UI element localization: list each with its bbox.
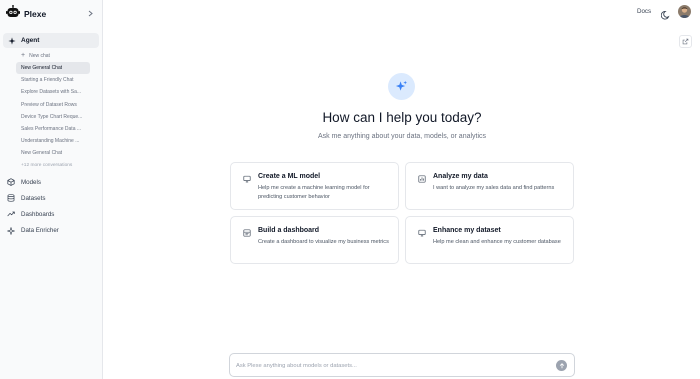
conversation-item[interactable]: New General Chat	[16, 147, 90, 159]
moon-icon	[660, 11, 670, 20]
sidebar-item-datasets[interactable]: Datasets	[7, 190, 99, 206]
docs-link[interactable]: Docs	[637, 8, 651, 15]
sidebar-nav: Models Datasets Dashboards Data Enricher	[7, 174, 99, 239]
plus-icon: +	[21, 52, 26, 59]
sidebar-item-label: Models	[21, 178, 41, 186]
theme-toggle-button[interactable]	[660, 7, 671, 20]
sidebar-item-label: Agent	[21, 37, 40, 44]
card-title: Create a ML model	[258, 173, 321, 180]
dashboard-icon	[242, 228, 252, 238]
sidebar-item-label: Data Enricher	[21, 227, 59, 235]
new-chat-button[interactable]: + New chat	[21, 51, 50, 60]
conversation-list: New General Chat Starting a Friendly Cha…	[16, 62, 90, 171]
card-description: Create a dashboard to visualize my busin…	[258, 239, 389, 245]
card-description: Help me clean and enhance my customer da…	[433, 239, 561, 245]
conversation-item[interactable]: Sales Performance Data ...	[16, 123, 90, 135]
new-chat-label: New chat	[29, 52, 50, 59]
bar-chart-icon	[417, 174, 427, 184]
suggestion-card-enhance-dataset[interactable]: Enhance my dataset Help me clean and enh…	[405, 216, 574, 264]
brand[interactable]: Plexe	[6, 4, 47, 24]
sidebar: Plexe Agent + New chat New General Chat …	[0, 0, 103, 379]
sidebar-item-dashboards[interactable]: Dashboards	[7, 206, 99, 222]
conversation-item[interactable]: Understanding Machine ...	[16, 135, 90, 147]
card-description: Help me create a machine learning model …	[258, 185, 370, 200]
conversation-item[interactable]: Preview of Dataset Rows	[16, 99, 90, 111]
card-title: Analyze my data	[433, 173, 488, 180]
sidebar-item-label: Dashboards	[21, 210, 55, 218]
conversation-item[interactable]: Explore Datasets with Sa...	[16, 86, 90, 98]
chat-input-box	[229, 353, 575, 377]
card-title: Enhance my dataset	[433, 227, 501, 234]
sparkles-icon	[395, 80, 408, 91]
sparkle-icon	[8, 32, 16, 50]
cube-icon	[7, 178, 15, 186]
chevron-right-icon	[88, 10, 93, 16]
hero-sparkle-badge	[388, 73, 415, 100]
conversation-item[interactable]: New General Chat	[16, 62, 90, 75]
cube-icon	[242, 174, 252, 184]
card-description: I want to analyze my sales data and find…	[433, 185, 555, 191]
page-title: How can I help you today?	[322, 110, 482, 125]
app-name: Plexe	[24, 9, 47, 19]
suggestion-card-analyze-data[interactable]: Analyze my data I want to analyze my sal…	[405, 162, 574, 210]
page-subtitle: Ask me anything about your data, models,…	[317, 133, 487, 140]
conversation-item[interactable]: Device Type Chart Reque...	[16, 111, 90, 123]
sidebar-item-data-enricher[interactable]: Data Enricher	[7, 223, 99, 239]
chat-input[interactable]	[236, 359, 546, 372]
sidebar-item-agent[interactable]: Agent	[3, 33, 99, 48]
sparkle-icon	[7, 226, 15, 235]
suggestion-card-build-dashboard[interactable]: Build a dashboard Create a dashboard to …	[230, 216, 399, 264]
database-icon	[7, 194, 15, 202]
card-title: Build a dashboard	[258, 227, 320, 234]
send-button[interactable]	[556, 360, 567, 371]
collapse-sidebar-button[interactable]	[86, 8, 95, 18]
sidebar-item-models[interactable]: Models	[7, 174, 99, 190]
database-icon	[417, 228, 427, 238]
robot-logo-icon	[6, 4, 20, 24]
sidebar-item-label: Datasets	[21, 194, 46, 202]
suggestion-card-create-model[interactable]: Create a ML model Help me create a machi…	[230, 162, 399, 210]
share-button[interactable]	[679, 35, 692, 48]
more-conversations-link[interactable]: +12 more conversations	[16, 160, 90, 171]
arrow-up-icon	[559, 362, 564, 368]
share-icon	[682, 38, 689, 45]
trend-icon	[7, 212, 15, 217]
avatar[interactable]	[678, 5, 691, 18]
conversation-item[interactable]: Starting a Friendly Chat	[16, 74, 90, 86]
